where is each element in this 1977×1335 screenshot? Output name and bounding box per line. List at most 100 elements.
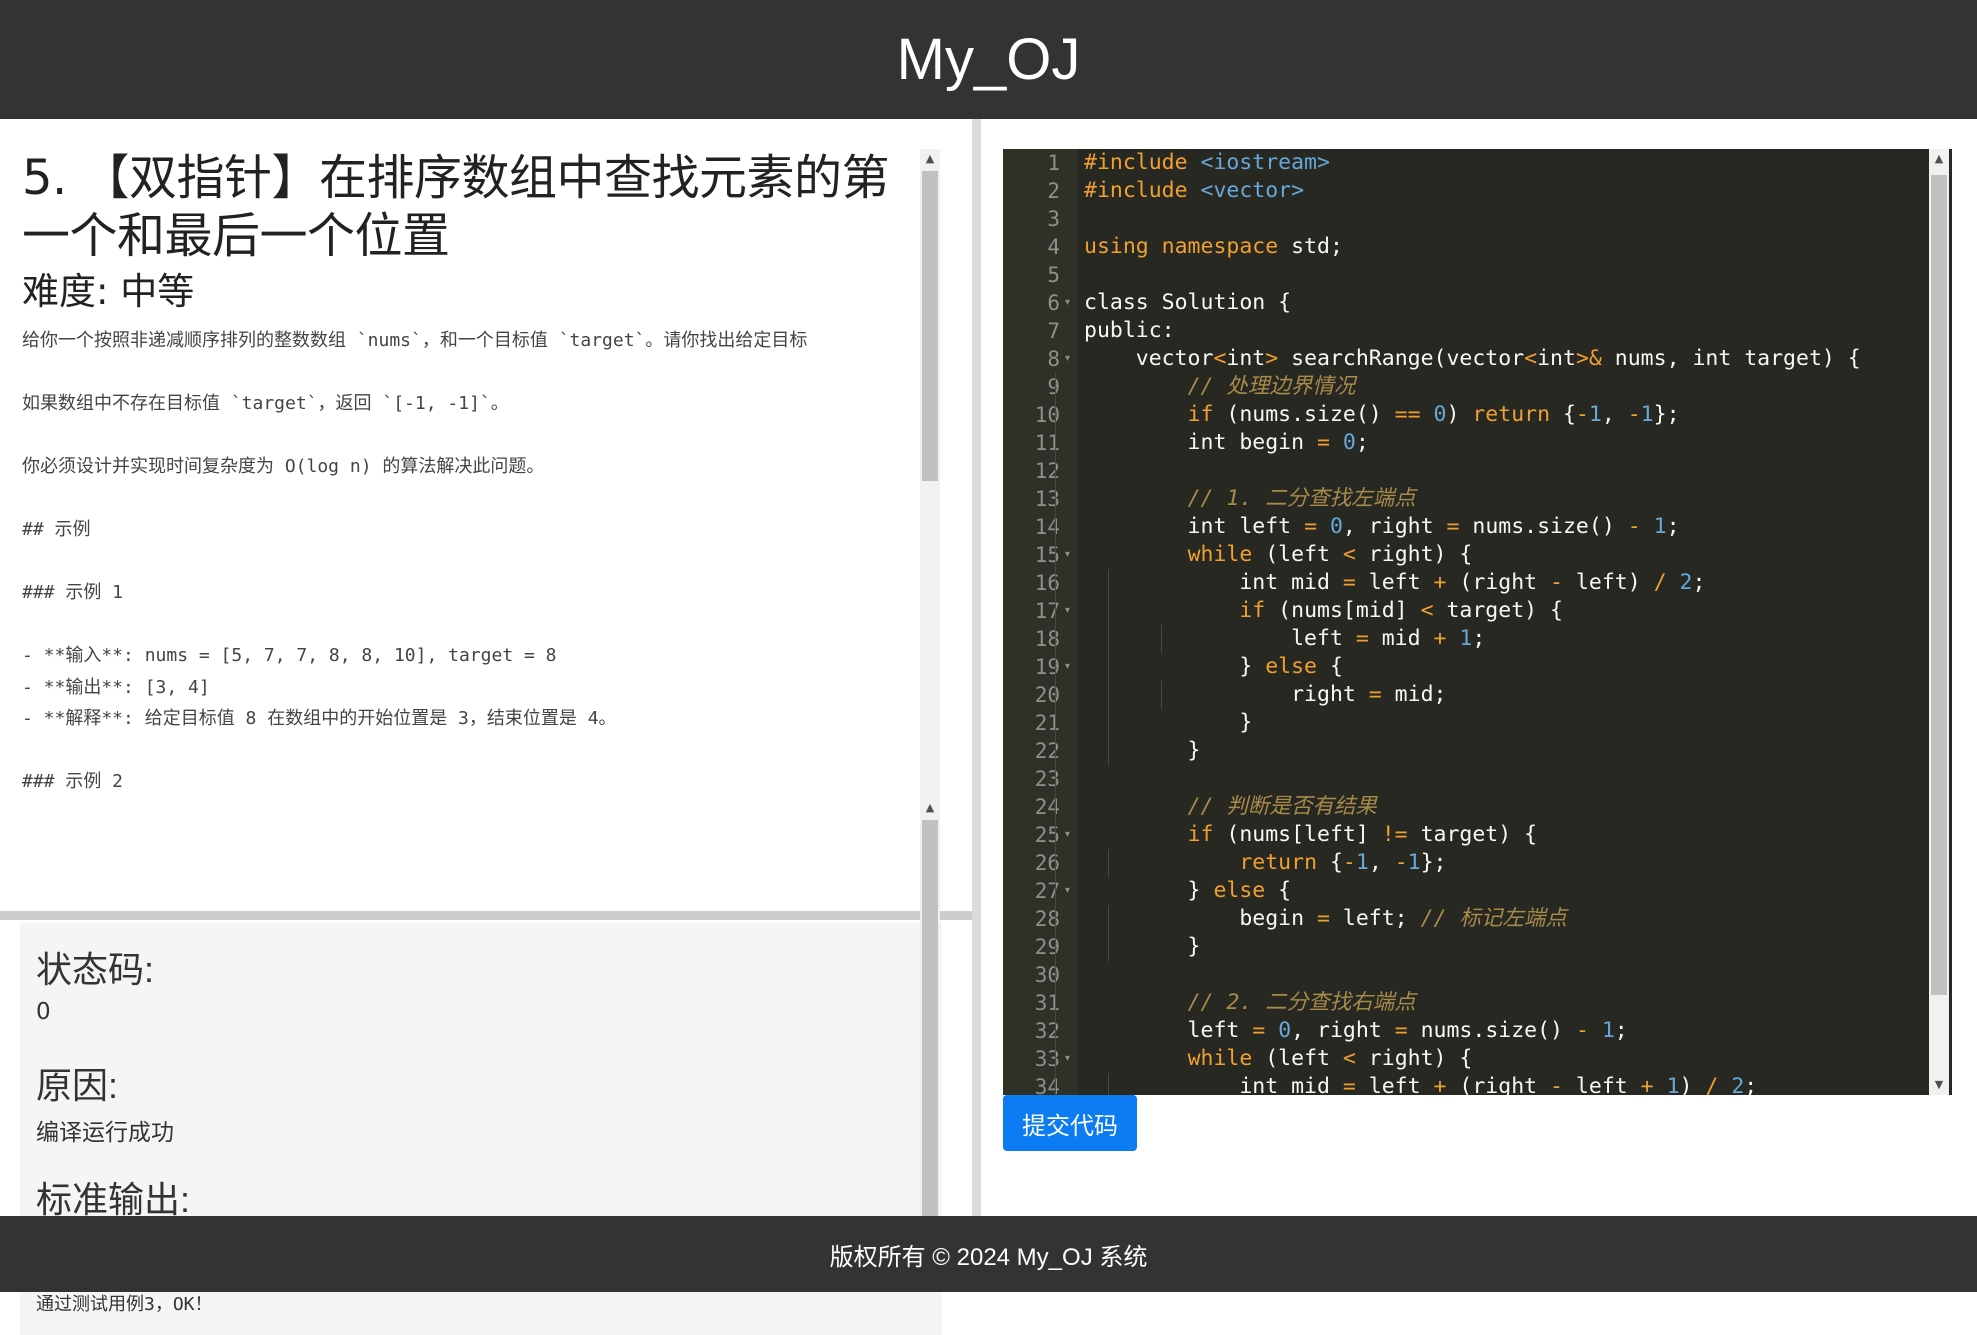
code-line[interactable]: left = mid + 1; bbox=[1084, 625, 1485, 653]
code-line[interactable]: using namespace std; bbox=[1084, 233, 1343, 261]
code-token: 1 bbox=[1601, 1018, 1615, 1043]
code-line[interactable]: // 2. 二分查找右端点 bbox=[1084, 989, 1416, 1017]
code-line[interactable]: public: bbox=[1084, 317, 1175, 345]
code-line[interactable]: left = 0, right = nums.size() - 1; bbox=[1084, 1017, 1628, 1045]
code-line[interactable]: } bbox=[1084, 709, 1252, 737]
line-number: 22 bbox=[1034, 739, 1060, 763]
question-title-line-1: 5. 【双指针】在排序数组中查找元素的第 bbox=[22, 150, 890, 206]
fold-arrow-icon[interactable]: ▾ bbox=[1065, 653, 1070, 681]
code-token: left bbox=[1084, 626, 1356, 651]
line-number: 23 bbox=[1034, 767, 1060, 791]
code-token: vector bbox=[1084, 346, 1214, 371]
code-line[interactable]: if (nums[left] != target) { bbox=[1084, 821, 1538, 849]
code-line[interactable]: begin = left; // 标记左端点 bbox=[1084, 905, 1567, 933]
scroll-down-arrow-icon[interactable]: ▼ bbox=[1929, 1075, 1949, 1095]
line-number: 6 bbox=[1047, 291, 1060, 315]
code-token: = bbox=[1394, 1018, 1408, 1043]
description-line bbox=[22, 420, 922, 452]
code-line[interactable]: int begin = 0; bbox=[1084, 429, 1369, 457]
code-editor[interactable]: 1 2 3 4 5 6 ▾ 7 8 ▾ 9 10 11 12 13 14 15 ▾ 16 17 ▾ 18 19 ▾ 20 21 22… bbox=[1003, 149, 1952, 1095]
result-scrollbar[interactable]: ▲ bbox=[920, 798, 940, 1216]
submit-code-button[interactable]: 提交代码 bbox=[1003, 1095, 1137, 1151]
code-line[interactable]: return {-1, -1}; bbox=[1084, 849, 1446, 877]
question-title-line-2: 一个和最后一个位置 bbox=[22, 208, 450, 264]
fold-arrow-icon[interactable]: ▾ bbox=[1065, 541, 1070, 569]
line-number: 17 bbox=[1034, 599, 1060, 623]
line-number: 20 bbox=[1034, 683, 1060, 707]
line-number: 3 bbox=[1047, 207, 1060, 231]
vertical-splitter[interactable] bbox=[972, 119, 981, 1216]
code-line[interactable]: #include <vector> bbox=[1084, 177, 1304, 205]
description-line: ### 示例 1 bbox=[22, 582, 124, 603]
code-line[interactable]: class Solution { bbox=[1084, 289, 1291, 317]
code-token: - bbox=[1550, 570, 1563, 595]
code-line[interactable]: right = mid; bbox=[1084, 681, 1446, 709]
line-number: 25 bbox=[1034, 823, 1060, 847]
line-number: 26 bbox=[1034, 851, 1060, 875]
code-token: int mid bbox=[1084, 1074, 1343, 1095]
code-token: { bbox=[1317, 850, 1343, 875]
code-line[interactable]: // 处理边界情况 bbox=[1084, 373, 1356, 401]
code-line[interactable]: vector<int> searchRange(vector<int>& num… bbox=[1084, 345, 1861, 373]
code-token: nums.size() bbox=[1459, 514, 1628, 539]
code-token: nums, int target) { bbox=[1601, 346, 1861, 371]
fold-arrow-icon[interactable]: ▾ bbox=[1065, 597, 1070, 625]
code-token: (nums[left] bbox=[1213, 822, 1382, 847]
code-token: - bbox=[1342, 850, 1356, 875]
code-token: right) { bbox=[1355, 1046, 1473, 1071]
code-token: <vector> bbox=[1200, 178, 1305, 203]
scrollbar-thumb[interactable] bbox=[1931, 175, 1947, 995]
scroll-up-arrow-icon[interactable]: ▲ bbox=[1929, 149, 1949, 169]
code-line[interactable]: } else { bbox=[1084, 877, 1292, 905]
code-line[interactable]: while (left < right) { bbox=[1084, 541, 1473, 569]
code-line[interactable]: while (left < right) { bbox=[1084, 1045, 1473, 1073]
code-line[interactable]: } bbox=[1084, 933, 1201, 961]
code-line[interactable]: int mid = left + (right - left) / 2; bbox=[1084, 569, 1705, 597]
code-line[interactable]: int mid = left + (right - left + 1) / 2; bbox=[1084, 1073, 1757, 1095]
code-line[interactable]: // 1. 二分查找左端点 bbox=[1084, 485, 1416, 513]
code-token: ) bbox=[1446, 402, 1473, 427]
fold-arrow-icon[interactable]: ▾ bbox=[1065, 821, 1070, 849]
horizontal-splitter[interactable] bbox=[0, 911, 972, 920]
line-number: 5 bbox=[1047, 263, 1060, 287]
line-number: 15 bbox=[1034, 543, 1060, 567]
description-scrollbar[interactable]: ▲ ▼ bbox=[920, 149, 940, 911]
description-line: ### 示例 2 bbox=[22, 771, 124, 792]
description-line bbox=[22, 609, 922, 641]
code-line[interactable]: // 判断是否有结果 bbox=[1084, 793, 1377, 821]
line-number: 16 bbox=[1034, 571, 1060, 595]
scroll-up-arrow-icon[interactable]: ▲ bbox=[920, 798, 940, 818]
line-number: 7 bbox=[1047, 319, 1060, 343]
code-token: , bbox=[1368, 850, 1395, 875]
code-token: 0 bbox=[1329, 514, 1343, 539]
fold-arrow-icon[interactable]: ▾ bbox=[1065, 345, 1070, 373]
code-token: 0 bbox=[1433, 402, 1447, 427]
fold-arrow-icon[interactable]: ▾ bbox=[1065, 289, 1070, 317]
code-token: // 判断是否有结果 bbox=[1187, 794, 1377, 819]
code-line[interactable]: #include <iostream> bbox=[1084, 149, 1330, 177]
fold-arrow-icon[interactable]: ▾ bbox=[1065, 877, 1070, 905]
code-line[interactable]: } else { bbox=[1084, 653, 1343, 681]
scrollbar-thumb[interactable] bbox=[922, 820, 938, 1216]
code-token: #include bbox=[1084, 178, 1201, 203]
description-line: 给你一个按照非递减顺序排列的整数数组 `nums`，和一个目标值 `target… bbox=[22, 330, 808, 351]
code-token: searchRange(vector bbox=[1278, 346, 1525, 371]
code-line[interactable]: int left = 0, right = nums.size() - 1; bbox=[1084, 513, 1680, 541]
line-number: 29 bbox=[1034, 935, 1060, 959]
scrollbar-thumb[interactable] bbox=[922, 171, 938, 481]
scroll-up-arrow-icon[interactable]: ▲ bbox=[920, 149, 940, 169]
question-content: 5. 【双指针】在排序数组中查找元素的第 一个和最后一个位置 难度: 中等 给你… bbox=[22, 149, 922, 798]
code-line[interactable]: if (nums[mid] < target) { bbox=[1084, 597, 1563, 625]
editor-scrollbar[interactable]: ▲ ▼ bbox=[1929, 149, 1949, 1095]
code-token: 1 bbox=[1666, 1074, 1680, 1095]
code-token: // 标记左端点 bbox=[1420, 906, 1567, 931]
code-line[interactable]: if (nums.size() == 0) return {-1, -1}; bbox=[1084, 401, 1680, 429]
code-line[interactable]: } bbox=[1084, 737, 1201, 765]
fold-arrow-icon[interactable]: ▾ bbox=[1065, 1045, 1070, 1073]
code-token: right) { bbox=[1355, 542, 1473, 567]
code-token: left bbox=[1562, 1074, 1641, 1095]
